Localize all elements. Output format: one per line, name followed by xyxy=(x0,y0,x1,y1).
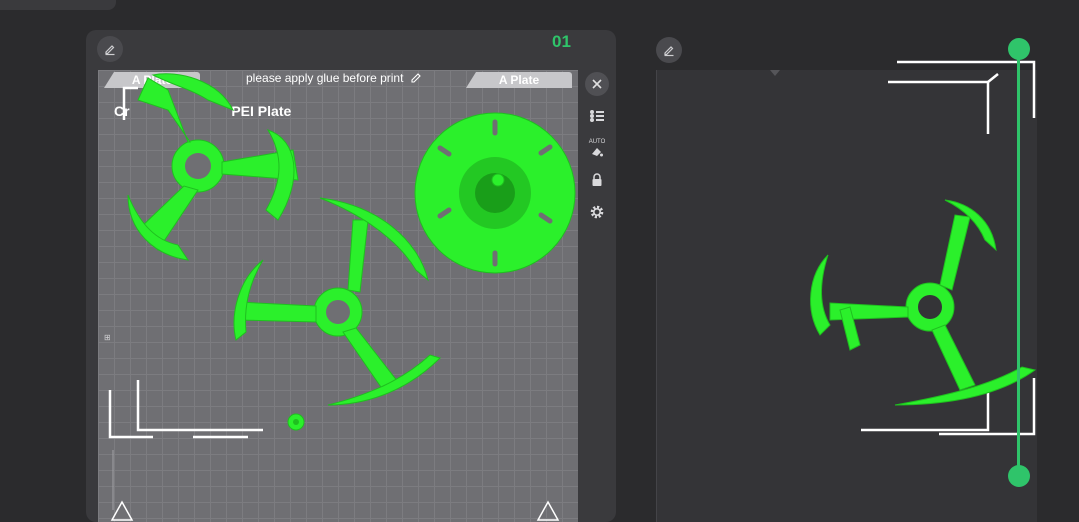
model-spinner-2[interactable] xyxy=(233,197,441,406)
layer-slider-bottom-handle[interactable] xyxy=(1008,465,1030,487)
layer-slider-track[interactable] xyxy=(1017,48,1020,476)
plate-number: 01 xyxy=(552,32,571,51)
object-list-button[interactable] xyxy=(585,104,609,128)
model-spinner-1[interactable] xyxy=(127,73,299,261)
lock-plate-button[interactable] xyxy=(585,168,609,192)
settings-icon xyxy=(590,205,604,219)
top-panel-edge xyxy=(0,0,116,10)
close-plate-button[interactable] xyxy=(585,72,609,96)
auto-arrange-button[interactable]: AUTO xyxy=(585,136,609,160)
edit-icon xyxy=(105,45,115,56)
plate-models[interactable] xyxy=(98,70,578,522)
preview-model[interactable] xyxy=(800,195,1040,415)
model-disc[interactable] xyxy=(414,112,576,274)
edit-plate-button[interactable] xyxy=(97,36,123,62)
lock-icon xyxy=(592,173,602,186)
plate-toolbar: AUTO xyxy=(578,64,616,234)
layer-slider-top-handle[interactable] xyxy=(1008,38,1030,60)
edit-icon xyxy=(664,46,674,57)
auto-arrange-icon xyxy=(592,148,603,157)
list-icon xyxy=(590,110,604,122)
plate-settings-button[interactable] xyxy=(585,200,609,224)
close-icon xyxy=(592,79,602,89)
model-small-pin[interactable] xyxy=(287,413,305,431)
